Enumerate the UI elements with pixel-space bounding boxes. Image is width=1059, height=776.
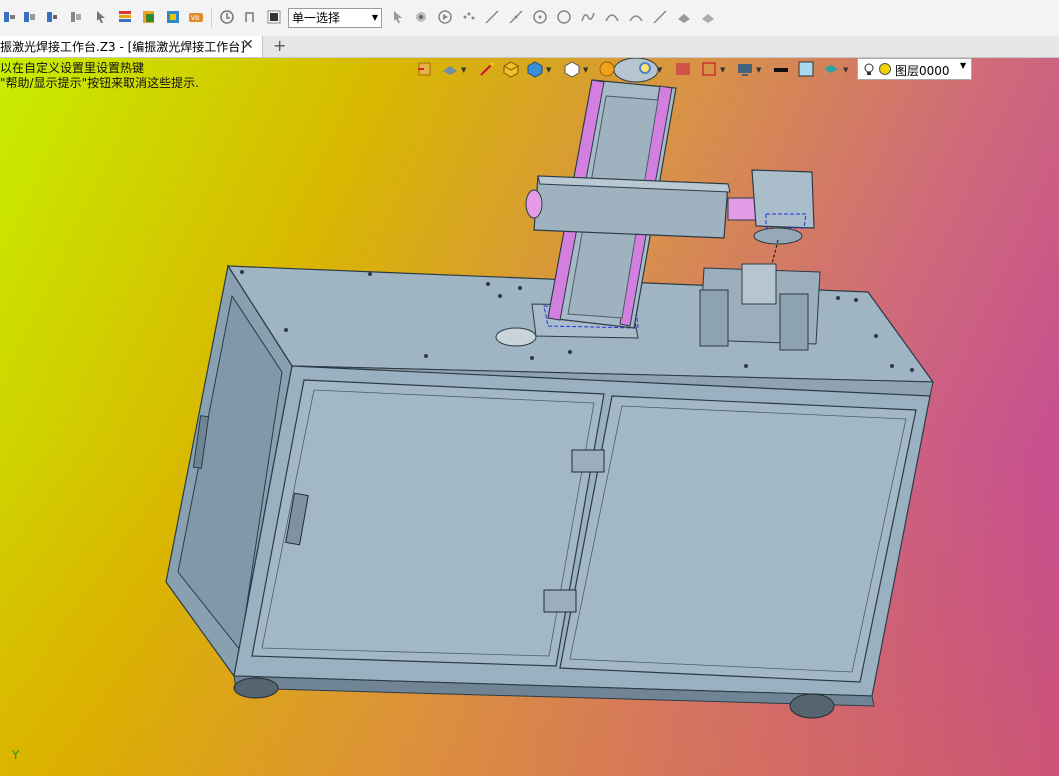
chevron-down-icon[interactable]: ▼ [461,66,466,74]
filter-icon[interactable] [413,9,429,25]
document-tab-strip: 振激光焊接工作台.Z3 - [编振激光焊接工作台] ✕ + [0,36,1059,58]
circle-icon[interactable] [556,9,572,25]
exit-icon[interactable] [416,60,434,78]
graphics-viewport[interactable]: 以在自定义设置里设置热键 "帮助/显示提示"按钮来取消这些提示. ▼ ▼ ▼ ▼… [0,58,1059,776]
shaded-cube-icon[interactable] [502,60,520,78]
fillet-icon[interactable] [22,9,38,25]
line-weight-icon[interactable] [772,60,790,78]
chevron-down-icon: ▼ [371,13,378,22]
undo-icon[interactable] [242,9,258,25]
attribute-icon[interactable] [141,9,157,25]
arc-icon[interactable] [508,9,524,25]
laser-welding-workbench-model[interactable] [0,58,1059,776]
select-arrow-icon[interactable] [390,9,406,25]
circle-icon[interactable] [532,9,548,25]
chevron-down-icon[interactable]: ▼ [843,66,848,74]
chevron-down-icon[interactable]: ▼ [720,66,725,74]
layer-name: 图层0000 [895,64,950,78]
feature-icon[interactable] [2,9,18,25]
lightbulb-icon[interactable] [862,62,876,76]
section-view-icon[interactable] [674,60,692,78]
tab-document-label: 振激光焊接工作台.Z3 - [编振激光焊接工作台] [0,40,245,54]
stop-icon[interactable] [266,9,282,25]
main-toolbar: VB 单一选择 ▼ [0,0,1059,37]
dimension-icon[interactable] [700,60,718,78]
snap-icon[interactable] [219,9,235,25]
toolbar-separator [211,8,212,28]
chevron-down-icon[interactable]: ▼ [546,66,551,74]
line-icon[interactable] [484,9,500,25]
layer-color-icon[interactable] [878,62,892,76]
selection-mode-dropdown[interactable]: 单一选择 ▼ [288,8,382,28]
point-icon[interactable] [461,9,477,25]
tip-text: 以在自定义设置里设置热键 "帮助/显示提示"按钮来取消这些提示. [0,61,199,90]
sketch-icon[interactable] [628,9,644,25]
layer-style-icon[interactable] [822,60,840,78]
play-icon[interactable] [437,9,453,25]
chevron-down-icon[interactable]: ▼ [583,66,588,74]
view-orientation-icon[interactable] [441,60,459,78]
render-icon[interactable] [598,60,616,78]
svg-text:VB: VB [191,15,199,22]
search-icon[interactable] [637,60,655,78]
vb-script-icon[interactable]: VB [188,9,204,25]
chevron-down-icon[interactable]: ▼ [657,66,662,74]
solid-icon[interactable] [700,9,716,25]
gallery-icon[interactable] [165,9,181,25]
extrude-icon[interactable] [652,9,668,25]
curve-icon[interactable] [604,9,620,25]
chevron-down-icon[interactable]: ▼ [756,66,761,74]
surface-icon[interactable] [676,9,692,25]
selection-mode-value: 单一选择 [292,11,341,25]
layer-manager-icon[interactable] [117,9,133,25]
wand-icon[interactable] [478,60,496,78]
tab-document[interactable]: 振激光焊接工作台.Z3 - [编振激光焊接工作台] ✕ [0,36,263,57]
new-tab-button[interactable]: + [273,36,286,55]
axis-indicator: Y [12,748,20,762]
cursor-icon[interactable] [93,9,109,25]
blue-cube-icon[interactable] [526,60,544,78]
chamfer-icon[interactable] [45,9,61,25]
spline-icon[interactable] [580,9,596,25]
chevron-down-icon[interactable]: ▼ [960,61,966,70]
layer-dropdown[interactable]: 图层0000 ▼ [857,58,972,80]
display-icon[interactable] [736,60,754,78]
color-swatch-icon[interactable] [797,60,815,78]
shell-icon[interactable] [68,9,84,25]
wireframe-cube-icon[interactable] [563,60,581,78]
close-icon[interactable]: ✕ [242,37,254,53]
